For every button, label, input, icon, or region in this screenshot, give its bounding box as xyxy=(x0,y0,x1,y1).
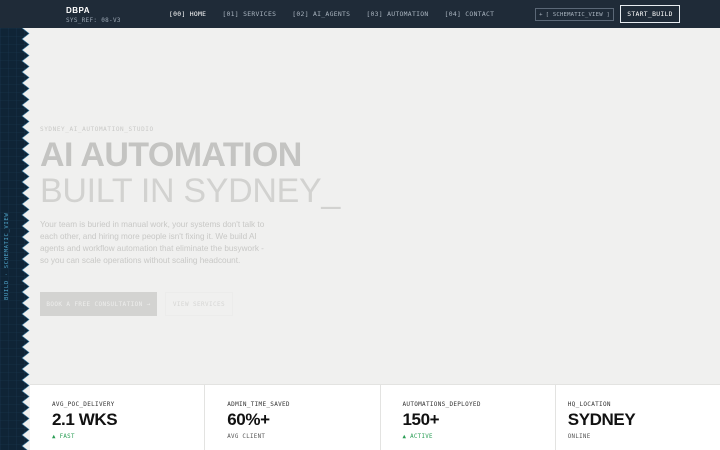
stat-card: HQ_LOCATION SYDNEY ONLINE xyxy=(556,385,720,450)
stat-label: HQ_LOCATION xyxy=(567,401,611,408)
stat-note: AVG CLIENT xyxy=(227,434,266,440)
schematic-strip: BUILD · SCHEMATIC_VIEW xyxy=(0,28,30,450)
nav-link-ai-agents[interactable]: [02] AI_AGENTS xyxy=(292,10,350,18)
brand[interactable]: DBPA SYS_REF: 08-V3 xyxy=(66,6,121,24)
stat-note: ▲ ACTIVE xyxy=(402,434,433,440)
stat-label: AUTOMATIONS_DEPLOYED xyxy=(402,401,481,408)
brand-name: DBPA xyxy=(66,6,91,15)
view-services-button[interactable]: VIEW SERVICES xyxy=(165,292,233,316)
stat-value: 150+ xyxy=(402,410,440,429)
hero-cta-row: BOOK A FREE CONSULTATION → VIEW SERVICES xyxy=(40,292,233,316)
stat-card: ADMIN_TIME_SAVED 60%+ AVG CLIENT xyxy=(205,385,381,450)
schematic-view-label: [ SCHEMATIC_VIEW ] xyxy=(545,11,610,18)
nav-link-home[interactable]: [00] HOME xyxy=(169,10,206,18)
top-nav: DBPA SYS_REF: 08-V3 [00] HOME [01] SERVI… xyxy=(0,0,720,28)
stat-value: 2.1 WKS xyxy=(52,410,118,429)
hero: SYDNEY_AI_AUTOMATION_STUDIO AI AUTOMATIO… xyxy=(40,126,340,267)
book-consultation-button[interactable]: BOOK A FREE CONSULTATION → xyxy=(40,292,157,316)
stat-label: AVG_POC_DELIVERY xyxy=(52,401,115,408)
stat-value: SYDNEY xyxy=(567,410,636,429)
stat-value: 60%+ xyxy=(227,410,270,429)
nav-links: [00] HOME [01] SERVICES [02] AI_AGENTS [… xyxy=(169,10,510,18)
start-build-button[interactable]: START_BUILD xyxy=(620,5,680,23)
nav-link-services[interactable]: [01] SERVICES xyxy=(222,10,276,18)
hero-headline-line1: AI AUTOMATION xyxy=(40,136,302,174)
sys-ref: SYS_REF: 08-V3 xyxy=(66,17,121,24)
plus-icon: + xyxy=(539,11,543,18)
hero-description: Your team is buried in manual work, your… xyxy=(40,220,265,265)
schematic-strip-label: BUILD · SCHEMATIC_VIEW xyxy=(4,212,10,300)
stat-note: ONLINE xyxy=(567,434,591,440)
stat-card: AVG_POC_DELIVERY 2.1 WKS ▲ FAST xyxy=(30,385,206,450)
hero-eyebrow: SYDNEY_AI_AUTOMATION_STUDIO xyxy=(40,126,154,133)
stat-label: ADMIN_TIME_SAVED xyxy=(227,401,290,408)
hero-headline-line2: BUILT IN SYDNEY_ xyxy=(40,172,341,210)
nav-link-contact[interactable]: [04] CONTACT xyxy=(445,10,495,18)
stat-note: ▲ FAST xyxy=(52,434,75,440)
stats-bar: AVG_POC_DELIVERY 2.1 WKS ▲ FAST ADMIN_TI… xyxy=(30,384,720,450)
schematic-view-button[interactable]: + [ SCHEMATIC_VIEW ] xyxy=(535,8,614,21)
nav-link-automation[interactable]: [03] AUTOMATION xyxy=(366,10,428,18)
stat-card: AUTOMATIONS_DEPLOYED 150+ ▲ ACTIVE xyxy=(381,385,556,450)
